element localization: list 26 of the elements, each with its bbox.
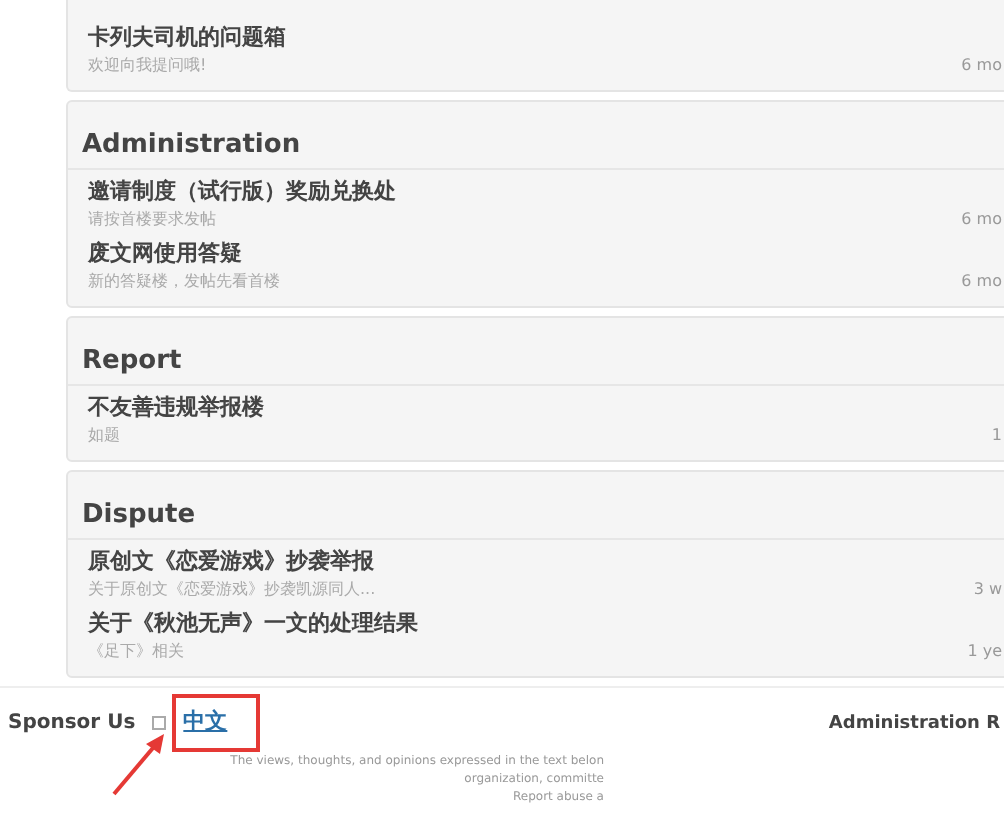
topic-title[interactable]: 邀请制度（试行版）奖励兑换处 [88, 176, 396, 206]
language-link[interactable]: 中文 [171, 694, 260, 752]
arrow-drawing [110, 730, 170, 798]
topic-description: 请按首楼要求发帖 [88, 208, 218, 232]
topic-description: 如题 [88, 424, 122, 448]
administration-link[interactable]: Administration R [828, 713, 1000, 733]
topic-description: 新的答疑楼，发帖先看首楼 [88, 270, 280, 294]
sponsor-link[interactable]: Sponsor Us [8, 712, 136, 734]
topic-title[interactable]: 原创文《恋爱游戏》抄袭举报 [88, 546, 376, 576]
topic-description: 关于原创文《恋爱游戏》抄袭凯源同人... [88, 578, 376, 602]
topic-description: 欢迎向我提问哦! [88, 54, 209, 78]
topic-description: 《足下》相关 [88, 640, 186, 664]
topic-title[interactable]: 卡列夫司机的问题箱 [88, 22, 286, 52]
category-title[interactable]: Administration [82, 130, 301, 160]
topic-title[interactable]: 废文网使用答疑 [88, 238, 280, 268]
topic-time: 6 mo [961, 56, 1002, 74]
topic-time: 6 mo [961, 210, 1002, 228]
topic-time: 6 mo [961, 272, 1002, 290]
topic-title[interactable]: 关于《秋池无声》一文的处理结果 [88, 608, 418, 638]
topic-title[interactable]: 不友善违规举报楼 [88, 392, 264, 422]
category-title[interactable]: Dispute [82, 500, 196, 530]
topic-time: 1 ye [967, 642, 1002, 660]
topic-time: 3 w [973, 580, 1002, 598]
topic-time: 1 [991, 426, 1002, 444]
flag-icon [151, 716, 166, 730]
category-title[interactable]: Report [82, 346, 182, 376]
